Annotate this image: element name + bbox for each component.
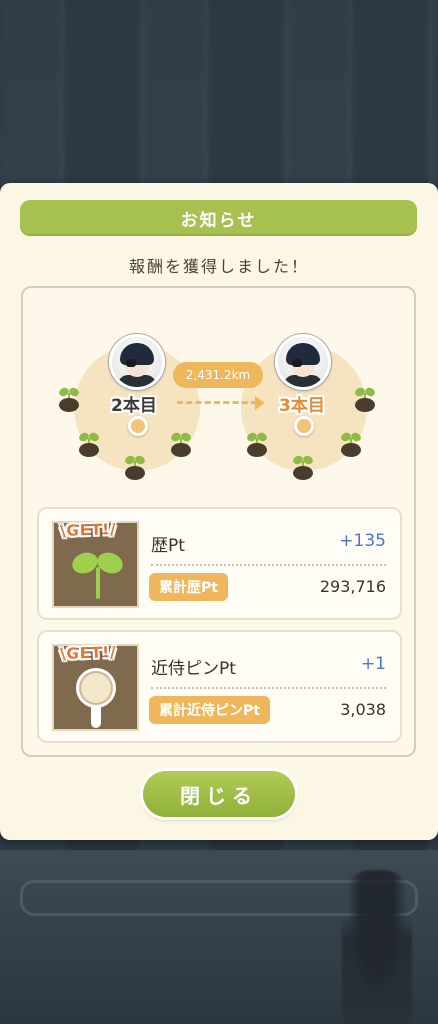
- sprout-icon: [69, 545, 126, 605]
- route-dashed-line: [177, 401, 257, 404]
- route-progress: 2本目 3本目 2,431.2km: [23, 288, 418, 498]
- dialog-subtitle: 報酬を獲得しました！: [128, 257, 309, 276]
- notice-dialog: お知らせ 報酬を獲得しました！ 2本目 3本目 2,431.2km \GET!/…: [0, 183, 438, 840]
- reward-image: \GET!/: [52, 520, 139, 608]
- background-character: [342, 870, 412, 1024]
- total-label-tag: 累計歴Pt: [149, 573, 228, 601]
- reward-card-history-pt: \GET!/ 歴Pt +135 累計歴Pt 293,716: [37, 507, 402, 620]
- reward-gain: +1: [360, 654, 386, 674]
- reward-image: \GET!/: [52, 643, 139, 731]
- dialog-title: お知らせ: [20, 200, 417, 236]
- current-stage-label: 2本目: [111, 396, 157, 416]
- next-stage-marker: [294, 416, 314, 436]
- total-value: 3,038: [340, 700, 386, 719]
- distance-badge: 2,431.2km: [173, 362, 263, 388]
- sprout-icon: [353, 386, 377, 414]
- current-stage-marker: [128, 416, 148, 436]
- divider: [151, 564, 386, 566]
- reward-name: 歴Pt: [151, 536, 185, 556]
- next-character-avatar: [275, 334, 331, 390]
- sprout-icon: [245, 431, 269, 459]
- total-value: 293,716: [319, 577, 386, 596]
- sprout-icon: [291, 454, 315, 482]
- pin-icon: [74, 668, 124, 730]
- close-button[interactable]: 閉じる: [143, 771, 295, 817]
- reward-gain: +135: [339, 531, 386, 551]
- sprout-icon: [77, 431, 101, 459]
- sprout-icon: [57, 386, 81, 414]
- reward-card-pin-pt: \GET!/ 近侍ピンPt +1 累計近侍ピンPt 3,038: [37, 630, 402, 743]
- arrow-right-icon: [255, 396, 265, 410]
- sprout-icon: [169, 431, 193, 459]
- next-stage-label: 3本目: [279, 396, 325, 416]
- get-badge: \GET!/: [59, 520, 117, 540]
- current-character-avatar: [109, 334, 165, 390]
- get-badge: \GET!/: [59, 643, 117, 663]
- total-label-tag: 累計近侍ピンPt: [149, 696, 270, 724]
- reward-frame: 2本目 3本目 2,431.2km \GET!/ 歴Pt +135 累計歴Pt …: [21, 286, 416, 757]
- reward-name: 近侍ピンPt: [151, 659, 236, 679]
- sprout-icon: [123, 454, 147, 482]
- divider: [151, 687, 386, 689]
- sprout-icon: [339, 431, 363, 459]
